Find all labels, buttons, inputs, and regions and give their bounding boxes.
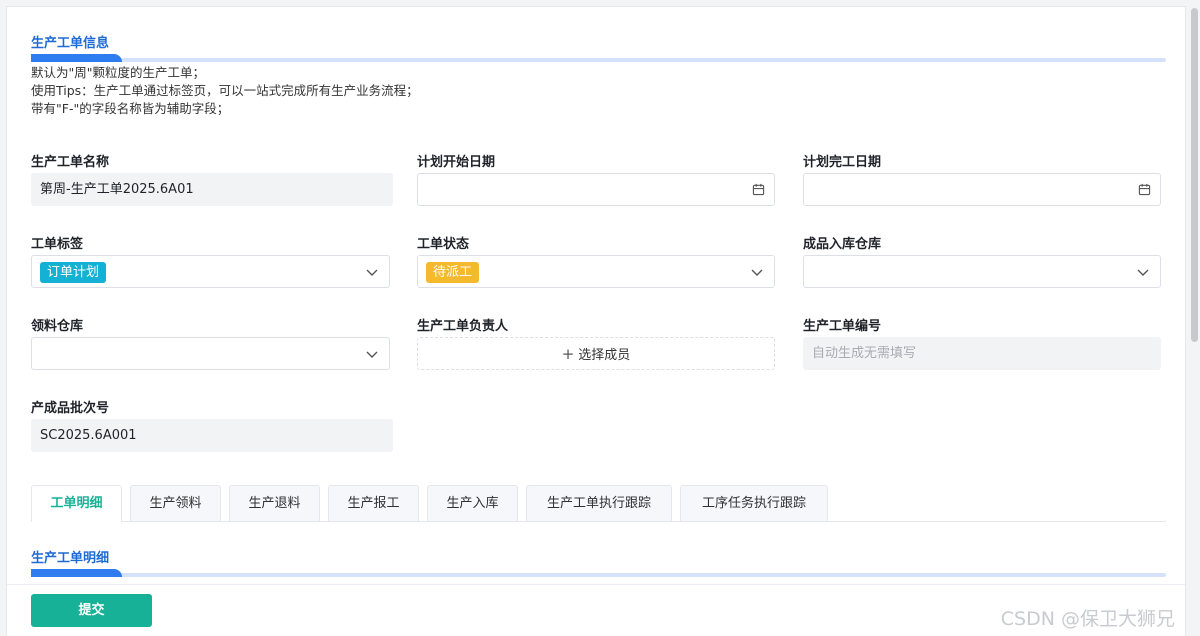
section-title: 生产工单信息	[31, 36, 110, 51]
plan-start-date-picker[interactable]	[417, 173, 775, 206]
section-underline	[31, 58, 1166, 62]
order-number-field[interactable]: 自动生成无需填写	[803, 337, 1161, 370]
tab-process-tracking[interactable]: 工序任务执行跟踪	[680, 485, 828, 521]
tab-order-detail[interactable]: 工单明细	[31, 485, 122, 522]
order-name-field[interactable]: 第周-生产工单2025.6A01	[31, 173, 393, 206]
section-underline	[31, 573, 1166, 577]
order-tag-chip: 订单计划	[40, 262, 107, 283]
watermark: CSDN @保卫大狮兄	[1000, 608, 1175, 630]
product-warehouse-select[interactable]	[803, 255, 1161, 288]
vertical-scrollbar[interactable]	[1191, 8, 1198, 342]
tab-warehousing[interactable]: 生产入库	[427, 485, 518, 521]
section-accent	[31, 54, 122, 62]
tab-order-tracking[interactable]: 生产工单执行跟踪	[526, 485, 672, 521]
order-tag-label: 工单标签	[31, 237, 84, 252]
form-page: 生产工单信息 默认为"周"颗粒度的生产工单； 使用Tips：生产工单通过标签页，…	[6, 6, 1186, 636]
order-tag-select[interactable]: 订单计划	[31, 255, 390, 288]
description-line: 使用Tips：生产工单通过标签页，可以一站式完成所有生产业务流程；	[31, 83, 419, 98]
tab-material-return[interactable]: 生产退料	[229, 485, 320, 521]
description-line: 带有"F-"的字段名称皆为辅助字段；	[31, 101, 230, 116]
tab-work-report[interactable]: 生产报工	[328, 485, 419, 521]
select-member-button[interactable]: + 选择成员	[417, 337, 775, 370]
description-line: 默认为"周"颗粒度的生产工单；	[31, 65, 205, 80]
material-warehouse-select[interactable]	[31, 337, 390, 370]
plus-icon: +	[561, 344, 575, 363]
section-title: 生产工单明细	[31, 551, 110, 566]
calendar-icon	[752, 183, 765, 196]
order-name-label: 生产工单名称	[31, 155, 110, 170]
order-status-chip: 待派工	[426, 262, 480, 283]
chevron-down-icon	[366, 351, 378, 358]
order-status-select[interactable]: 待派工	[417, 255, 775, 288]
order-number-label: 生产工单编号	[803, 319, 882, 334]
material-warehouse-label: 领料仓库	[31, 319, 84, 334]
calendar-icon	[1138, 183, 1151, 196]
batch-number-field[interactable]: SC2025.6A001	[31, 419, 393, 452]
select-member-label: 选择成员	[578, 348, 631, 363]
plan-finish-label: 计划完工日期	[803, 155, 882, 170]
submit-button[interactable]: 提交	[31, 594, 152, 627]
batch-number-label: 产成品批次号	[31, 401, 110, 416]
chevron-down-icon	[1137, 269, 1149, 276]
plan-start-label: 计划开始日期	[417, 155, 496, 170]
tab-bar: 工单明细 生产领料 生产退料 生产报工 生产入库 生产工单执行跟踪 工序任务执行…	[31, 485, 1166, 522]
chevron-down-icon	[366, 269, 378, 276]
order-status-label: 工单状态	[417, 237, 470, 252]
plan-finish-date-picker[interactable]	[803, 173, 1161, 206]
tab-material-issue[interactable]: 生产领料	[130, 485, 221, 521]
chevron-down-icon	[751, 269, 763, 276]
owner-label: 生产工单负责人	[417, 319, 509, 334]
section-accent	[31, 569, 122, 577]
product-warehouse-label: 成品入库仓库	[803, 237, 882, 252]
form-description: 默认为"周"颗粒度的生产工单； 使用Tips：生产工单通过标签页，可以一站式完成…	[31, 64, 419, 118]
